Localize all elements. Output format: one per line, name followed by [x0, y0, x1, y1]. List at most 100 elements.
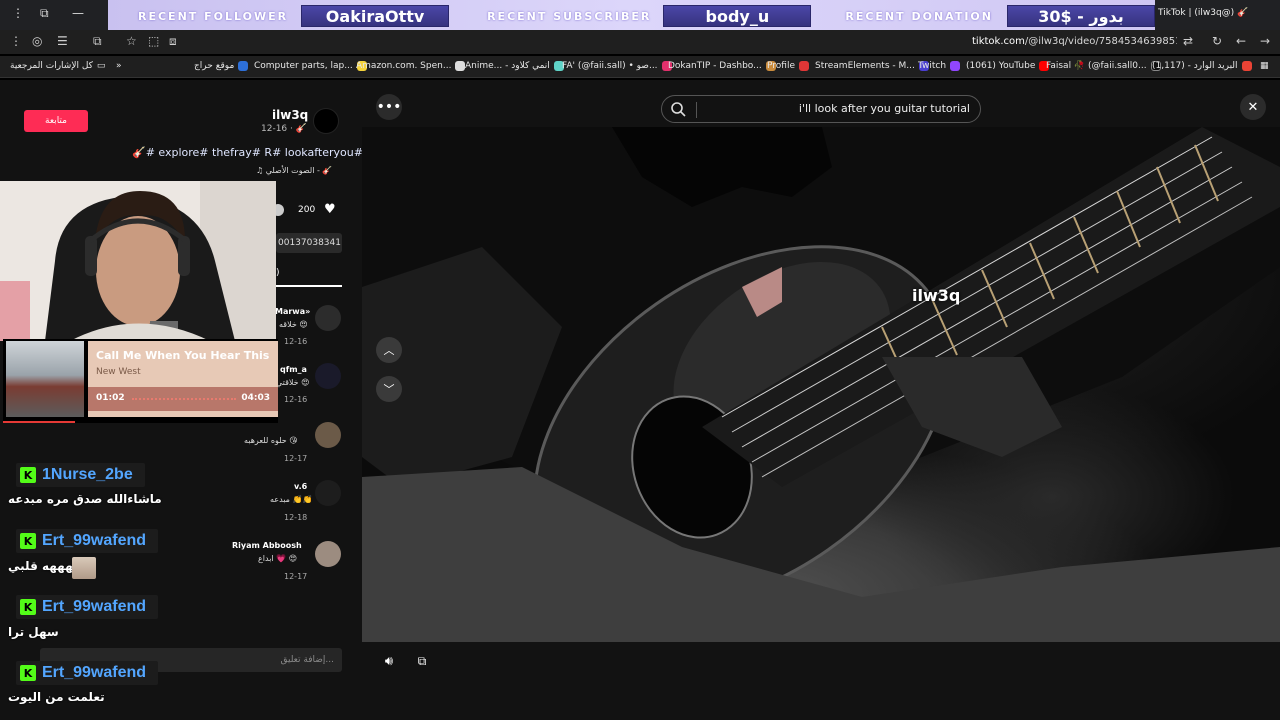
comment-avatar[interactable] — [315, 422, 341, 448]
comment-date: 12-17 — [284, 454, 308, 463]
like-count: 200 — [298, 205, 316, 215]
video-watermark: ilw3q — [912, 286, 961, 305]
follow-button[interactable]: متابعة — [24, 110, 88, 132]
pip-icon: ⧉ — [417, 653, 427, 668]
post-username[interactable]: ilw3q — [272, 108, 308, 122]
kick-badge-icon: K — [20, 467, 36, 483]
search-bar[interactable]: i'll look after you guitar tutorial — [661, 95, 981, 123]
comments-tab-underline — [276, 285, 342, 287]
bookmark-anime[interactable]: Anime... - انمي كلاود — [465, 61, 564, 71]
comment-author[interactable]: Marwa» — [275, 307, 310, 316]
extension-icon[interactable]: ◎ — [32, 34, 42, 48]
more-options-button[interactable]: ••• — [376, 94, 402, 120]
kebab-menu-icon[interactable]: ⋮ — [10, 34, 22, 48]
comment-date: 12-17 — [284, 572, 308, 581]
comment-date: 12-16 — [284, 395, 308, 404]
puzzle-icon[interactable]: ⧉ — [93, 34, 102, 49]
window-menu-icon[interactable]: ⋮ — [12, 6, 24, 20]
volume-button[interactable]: 🔊︎ — [378, 650, 400, 672]
heart-icon[interactable]: ♥ — [324, 202, 336, 217]
song-title: Call Me When You Hear This S — [96, 349, 272, 362]
recent-follower-value: OakiraOttv — [301, 5, 450, 27]
bookmarks-bar: كل الإشارات المرجعية ▭ » موقع حراج Comput… — [0, 56, 1280, 78]
close-icon: ✕ — [1247, 99, 1259, 115]
screen: ⋮ ⧉ — TikTok | (ilw3q@) 🎸 RECENT FOLLOWE… — [0, 0, 1280, 720]
comments-tab-label[interactable]: ) — [276, 268, 280, 278]
comment-author[interactable]: Riyam Abboosh — [232, 541, 302, 550]
chat-message: تعلمت من اليوت — [8, 690, 105, 704]
now-playing-panel: Call Me When You Hear This S New West 01… — [88, 341, 278, 417]
comment-date: 12-18 — [284, 513, 308, 522]
bookmark-profile[interactable]: Profile — [767, 61, 809, 71]
post-date: 12-16 · 🎸 — [261, 124, 307, 134]
minimize-icon[interactable]: — — [72, 6, 84, 20]
recent-donation-label: RECENT DONATION — [845, 9, 993, 23]
site-settings-icon[interactable]: ⇄ — [1183, 34, 1193, 48]
reload-icon[interactable]: ↻ — [1212, 34, 1222, 48]
star-icon[interactable]: ☆ — [126, 34, 137, 48]
tune-icon[interactable]: ☰ — [57, 34, 68, 48]
recent-follower-label: RECENT FOLLOWER — [138, 9, 289, 23]
ellipsis-icon: ••• — [376, 99, 402, 115]
comment-author[interactable]: v.6 — [294, 482, 307, 491]
bookmark-all[interactable]: كل الإشارات المرجعية ▭ — [10, 61, 105, 71]
back-icon[interactable]: → — [1260, 34, 1270, 48]
comment-author[interactable]: qfm_a — [280, 365, 307, 374]
song-artist: New West — [96, 367, 141, 377]
bookmark-instagram[interactable]: FA' (@faii.sall) • صو... — [562, 61, 672, 71]
next-video-button[interactable]: ﹀ — [376, 376, 402, 402]
comment-avatar[interactable] — [315, 541, 341, 567]
bookmark-overflow-chevron-icon[interactable]: » — [116, 61, 122, 71]
picture-in-picture-button[interactable]: ⧉ — [411, 650, 433, 672]
search-query[interactable]: i'll look after you guitar tutorial — [799, 102, 970, 115]
video-frame — [362, 127, 1280, 642]
bookmark-computer-parts[interactable]: Computer parts, lap... — [254, 61, 367, 71]
chat-username: K Ert_99wafend — [16, 529, 159, 553]
creator-avatar[interactable] — [313, 108, 339, 134]
original-sound-link[interactable]: ♫ الصوت الأصلي - 🎸 — [256, 166, 332, 175]
search-divider — [696, 102, 697, 118]
comment-avatar[interactable] — [315, 305, 341, 331]
bookmark-haraj[interactable]: موقع حراج — [194, 61, 249, 71]
elapsed-time: 01:02 — [96, 393, 125, 403]
video-player[interactable] — [362, 127, 1280, 642]
post-caption: 🎸# explore# thefray# R# lookafteryou# — [132, 146, 363, 159]
chat-message: ماشاءالله صدق مره مبدعه — [8, 492, 162, 506]
chevron-up-icon: ︿ — [383, 344, 395, 357]
speaker-icon: 🔊︎ — [384, 653, 394, 669]
chat-username: K Ert_99wafend — [16, 661, 159, 685]
bookmark-streamelements[interactable]: StreamElements - M... — [815, 61, 929, 71]
translate-icon[interactable]: ⧈ — [169, 34, 177, 49]
url-text[interactable]: tiktok.com/@ilw3q/video/7584534639851779… — [972, 36, 1177, 47]
bookmark-dokantip[interactable]: DokanTIP - Dashbo... — [668, 61, 776, 71]
album-art — [6, 341, 84, 417]
comment-text: خلاقه 😍 — [279, 320, 308, 329]
bookmarks-menu-icon[interactable]: ▦ — [1260, 61, 1269, 71]
bookmark-youtube[interactable]: (1061) YouTube — [966, 61, 1050, 71]
kick-badge-icon: K — [20, 599, 36, 615]
progress-indicator — [3, 421, 75, 423]
chat-username: K Ert_99wafend — [16, 595, 159, 619]
previous-video-button[interactable]: ︿ — [376, 337, 402, 363]
forward-icon[interactable]: ← — [1236, 34, 1246, 48]
now-playing-widget: Call Me When You Hear This S New West 01… — [3, 339, 278, 423]
active-tab-title[interactable]: TikTok | (ilw3q@) 🎸 — [1158, 8, 1248, 18]
streamer-webcam-feed — [0, 181, 276, 341]
bookmark-amazon[interactable]: Amazon.com. Spen... — [356, 61, 466, 71]
restore-icon[interactable]: ⧉ — [40, 6, 49, 21]
bookmark-twitch[interactable]: Twitch — [918, 61, 961, 71]
comment-avatar[interactable] — [315, 480, 341, 506]
screenshot-icon[interactable]: ⬚ — [148, 34, 159, 48]
progress-track — [132, 398, 236, 400]
recent-donation-value: 30$ - بدور — [1006, 5, 1155, 27]
bookmark-gmail[interactable]: البريد الوارد - (1,117) — [1152, 61, 1252, 71]
playback-bar: 01:02 04:03 — [88, 387, 278, 411]
gmail-icon — [1241, 61, 1252, 71]
bookmark-tiktok[interactable]: Faisal 🥀 (@faii.sall0... — [1046, 61, 1161, 71]
comment-avatar[interactable] — [315, 363, 341, 389]
address-bar: ⋮ ◎ ☰ ⧉ ☆ ⬚ ⧈ tiktok.com/@ilw3q/video/75… — [0, 30, 1280, 54]
video-link-field[interactable]: 00137038341 — [276, 233, 342, 253]
close-video-button[interactable]: ✕ — [1240, 94, 1266, 120]
comment-text: حلوه للعرهبه 😘 — [244, 436, 298, 445]
kick-badge-icon: K — [20, 665, 36, 681]
